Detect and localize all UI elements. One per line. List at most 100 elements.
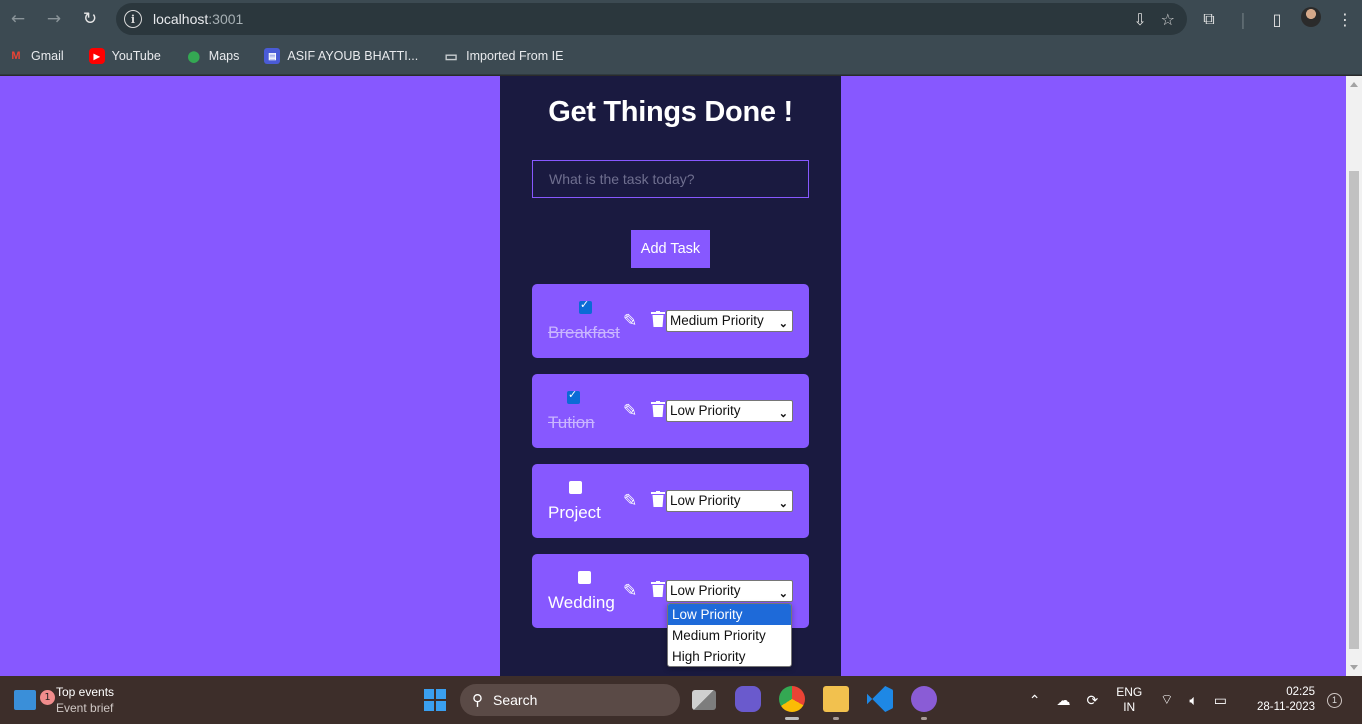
url-host: localhost (153, 11, 209, 27)
chrome-icon[interactable] (779, 686, 805, 720)
bookmark-maps[interactable]: ⬤ Maps (186, 48, 249, 64)
extensions-icon[interactable]: ⧉ (1192, 9, 1226, 29)
todo-checkbox[interactable] (567, 388, 580, 404)
priority-select[interactable]: Low Priority ⌄ (666, 490, 793, 512)
todo-item: Project ✎ Low Priority ⌄ (532, 464, 809, 538)
todo-name[interactable]: Wedding (548, 593, 615, 613)
priority-value: Low Priority (670, 403, 741, 418)
bookmark-star-icon[interactable]: ☆ (1161, 10, 1175, 29)
clock[interactable]: 02:25 28-11-2023 (1257, 685, 1315, 715)
windows-start-icon[interactable] (424, 689, 446, 711)
reload-icon[interactable]: ↻ (72, 0, 108, 38)
todo-card: Get Things Done ! Add Task Breakfast ✎ M… (500, 76, 841, 676)
region-code: IN (1123, 700, 1136, 714)
bookmarks-bar: M Gmail ▶ YouTube ⬤ Maps ▤ ASIF AYOUB BH… (0, 38, 1362, 75)
browser-toolbar: ← → ↻ i localhost:3001 ⇩ ☆ ⧉ | ▯ ⋮ (0, 0, 1362, 38)
todo-name[interactable]: Project (548, 503, 601, 523)
trash-icon[interactable] (651, 311, 665, 327)
scroll-down-icon[interactable] (1350, 665, 1358, 670)
bookmark-label: Gmail (31, 49, 64, 63)
todo-checkbox[interactable] (579, 298, 592, 314)
page-title: Get Things Done ! (548, 96, 793, 128)
task-input[interactable] (532, 160, 809, 198)
chevron-up-icon[interactable]: ⌃ (1029, 692, 1041, 709)
url-port: :3001 (208, 11, 244, 27)
widgets-button[interactable]: 1 Top events Event brief (14, 684, 114, 716)
clock-date: 28-11-2023 (1257, 701, 1315, 713)
priority-dropdown-list: Low Priority Medium Priority High Priori… (667, 603, 792, 667)
edit-icon[interactable]: ✎ (623, 581, 637, 601)
priority-select[interactable]: Medium Priority ⌄ (666, 310, 793, 332)
todo-checkbox[interactable] (569, 481, 582, 494)
todo-name[interactable]: Tution (548, 413, 595, 433)
folder-icon: ▭ (444, 47, 458, 64)
todo-checkbox[interactable] (578, 571, 591, 584)
todo-item: Breakfast ✎ Medium Priority ⌄ (532, 284, 809, 358)
priority-select[interactable]: Low Priority ⌄ (666, 580, 793, 602)
search-label: Search (493, 692, 538, 708)
notification-badge[interactable]: 1 (1327, 692, 1342, 708)
bookmark-label: YouTube (111, 49, 161, 63)
todo-item: Tution ✎ Low Priority ⌄ (532, 374, 809, 448)
trash-icon[interactable] (651, 491, 665, 507)
battery-icon[interactable]: ▭ (1214, 692, 1227, 709)
url-text[interactable]: localhost:3001 (153, 11, 243, 27)
widgets-subtitle: Event brief (56, 701, 114, 715)
search-icon: ⚲ (472, 692, 483, 709)
back-arrow-icon[interactable]: ← (0, 0, 36, 38)
scrollbar-thumb[interactable] (1349, 171, 1359, 649)
onedrive-icon[interactable]: ☁ (1056, 692, 1070, 709)
wifi-icon[interactable]: ⌔ (1160, 691, 1173, 709)
meet-icon[interactable] (735, 686, 761, 712)
priority-value: Low Priority (670, 583, 741, 598)
volume-icon[interactable]: 🔈︎ (1189, 692, 1197, 709)
bookmark-asif[interactable]: ▤ ASIF AYOUB BHATTI... (264, 48, 427, 64)
forward-arrow-icon[interactable]: → (36, 0, 72, 38)
dropdown-option-low[interactable]: Low Priority (668, 604, 791, 625)
widgets-icon (14, 690, 36, 710)
address-bar[interactable]: i localhost:3001 ⇩ ☆ (116, 3, 1187, 35)
chevron-down-icon: ⌄ (778, 408, 788, 420)
trash-icon[interactable] (651, 401, 665, 417)
language-indicator[interactable]: ENG IN (1116, 685, 1142, 715)
edit-icon[interactable]: ✎ (623, 311, 637, 331)
bookmark-label: Imported From IE (466, 49, 564, 63)
menu-kebab-icon[interactable]: ⋮ (1328, 10, 1362, 29)
profile-avatar[interactable] (1294, 7, 1328, 31)
edit-icon[interactable]: ✎ (623, 401, 637, 421)
vscode-icon[interactable] (867, 686, 893, 712)
install-app-icon[interactable]: ⇩ (1133, 10, 1146, 29)
github-desktop-icon[interactable] (911, 686, 937, 720)
chevron-down-icon: ⌄ (778, 498, 788, 510)
language-code: ENG (1116, 685, 1143, 699)
youtube-icon: ▶ (88, 48, 105, 64)
site-icon: ▤ (264, 48, 281, 64)
bookmark-gmail[interactable]: M Gmail (8, 48, 73, 64)
priority-select[interactable]: Low Priority ⌄ (666, 400, 793, 422)
windows-taskbar: 1 Top events Event brief ⚲ Search ⌃ ☁ ⟳ … (0, 676, 1362, 724)
dropdown-option-medium[interactable]: Medium Priority (668, 625, 791, 646)
dropdown-option-high[interactable]: High Priority (668, 646, 791, 666)
task-view-icon[interactable] (692, 690, 716, 710)
page-viewport: Get Things Done ! Add Task Breakfast ✎ M… (0, 76, 1362, 676)
trash-icon[interactable] (651, 581, 665, 597)
bookmark-youtube[interactable]: ▶ YouTube (88, 48, 170, 64)
file-explorer-icon[interactable] (823, 686, 849, 720)
bookmark-label: Maps (208, 49, 240, 63)
page-scrollbar[interactable] (1346, 76, 1362, 676)
taskbar-search[interactable]: ⚲ Search (460, 684, 680, 716)
add-task-button[interactable]: Add Task (631, 230, 710, 268)
bookmark-folder-ie[interactable]: ▭ Imported From IE (443, 48, 572, 64)
side-panel-icon[interactable]: ▯ (1260, 10, 1294, 29)
widgets-title: Top events (56, 685, 115, 699)
sync-icon[interactable]: ⟳ (1086, 692, 1098, 709)
scroll-up-icon[interactable] (1350, 82, 1358, 87)
site-info-icon[interactable]: i (124, 10, 142, 28)
todo-name[interactable]: Breakfast (548, 323, 620, 343)
bookmark-label: ASIF AYOUB BHATTI... (287, 49, 419, 63)
widgets-text: Top events Event brief (56, 684, 114, 716)
priority-value: Low Priority (670, 493, 741, 508)
edit-icon[interactable]: ✎ (623, 491, 637, 511)
widgets-badge: 1 (40, 690, 55, 705)
chevron-down-icon: ⌄ (778, 588, 788, 600)
